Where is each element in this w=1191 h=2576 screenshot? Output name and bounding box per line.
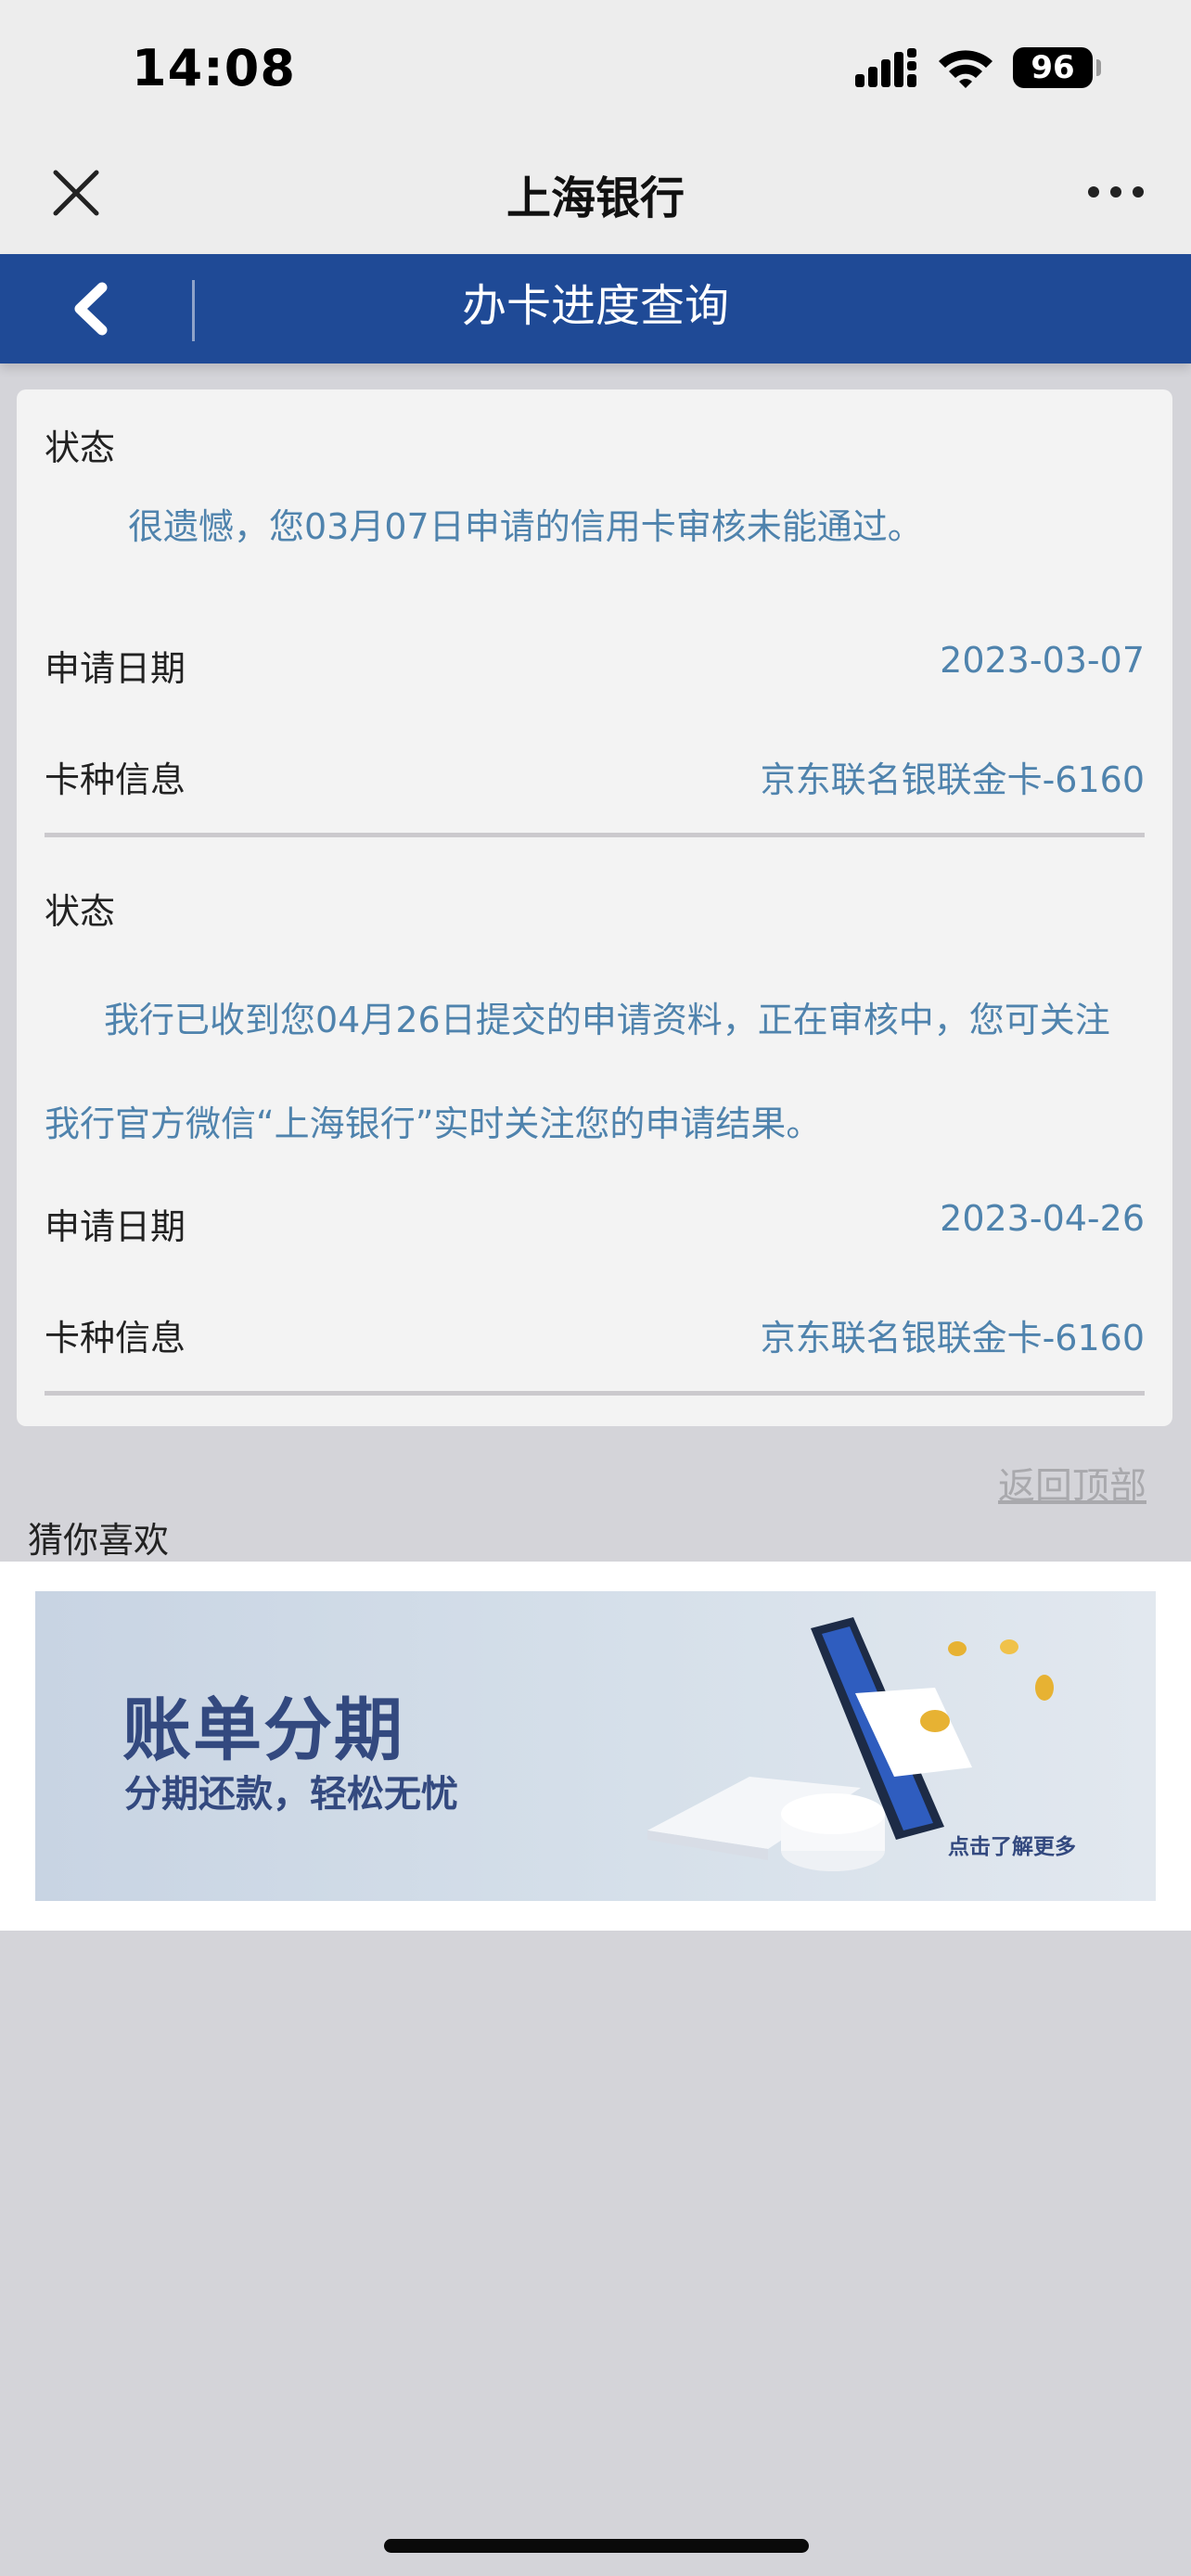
card-type-label: 卡种信息: [45, 1318, 186, 1358]
wifi-icon: [939, 50, 992, 88]
status-label: 状态: [45, 891, 116, 932]
home-indicator[interactable]: [384, 2539, 809, 2553]
cellular-signal-icon: [855, 48, 916, 87]
battery-icon: 96: [1013, 47, 1093, 88]
status-time: 14:08: [132, 39, 296, 97]
banner-learn-more[interactable]: 点击了解更多: [948, 1829, 1076, 1860]
record-divider: [45, 1391, 1145, 1396]
installment-promo-banner[interactable]: 账单分期 分期还款，轻松无忧 点击了解更多: [35, 1591, 1156, 1901]
battery-tip: [1096, 59, 1101, 76]
apply-date-label: 申请日期: [45, 1206, 186, 1247]
apply-date-value: 2023-04-26: [940, 1198, 1145, 1239]
banner-subtitle: 分期还款，轻松无忧: [124, 1773, 458, 1816]
banner-title: 账单分期: [122, 1690, 404, 1770]
app-header: 办卡进度查询: [0, 254, 1191, 363]
status-message-line-2: 我行官方微信“上海银行”实时关注您的申请结果。: [45, 1103, 822, 1144]
card-type-value: 京东联名银联金卡-6160: [760, 759, 1145, 800]
recommend-section: 账单分期 分期还款，轻松无忧 点击了解更多: [0, 1562, 1191, 1931]
webview-nav-bar: 上海银行: [0, 139, 1191, 254]
application-records-card: 状态 很遗憾，您03月07日申请的信用卡审核未能通过。 申请日期 2023-03…: [17, 389, 1172, 1426]
back-to-top-link[interactable]: 返回顶部: [998, 1456, 1146, 1510]
recommend-title: 猜你喜欢: [28, 1520, 170, 1561]
status-label: 状态: [45, 427, 116, 468]
card-type-label: 卡种信息: [45, 759, 186, 800]
apply-date-label: 申请日期: [45, 648, 186, 689]
record-divider: [45, 833, 1145, 837]
page-title: 上海银行: [506, 172, 685, 224]
status-bar: 14:08 96: [0, 0, 1191, 139]
apply-date-value: 2023-03-07: [940, 640, 1145, 681]
more-options-icon[interactable]: [1085, 178, 1146, 206]
status-message-line-1: 我行已收到您04月26日提交的申请资料，正在审核中，您可关注: [104, 1000, 1110, 1040]
status-message: 很遗憾，您03月07日申请的信用卡审核未能通过。: [128, 506, 923, 547]
card-type-value: 京东联名银联金卡-6160: [760, 1318, 1145, 1358]
header-title: 办卡进度查询: [461, 280, 729, 332]
